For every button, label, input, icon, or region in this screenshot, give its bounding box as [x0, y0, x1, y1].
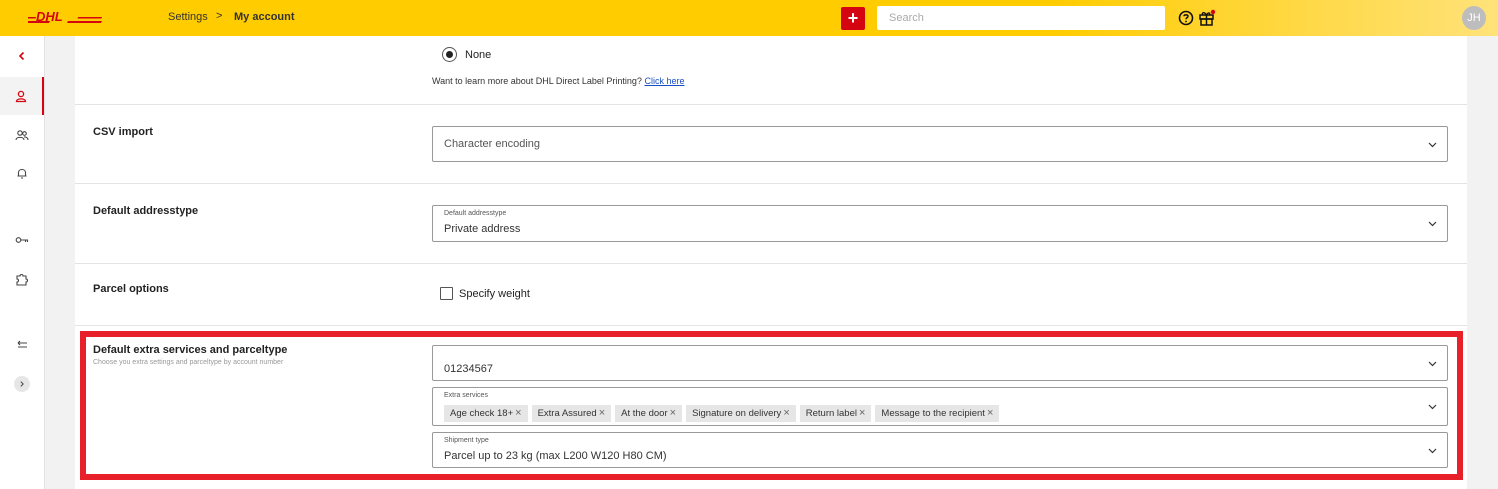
csv-import-row: CSV import Character encoding [75, 105, 1467, 184]
return-icon [17, 340, 27, 348]
sidebar-item-my-account[interactable] [0, 77, 44, 115]
breadcrumb-separator: > [216, 10, 223, 22]
chip-label: Signature on delivery [692, 408, 782, 419]
add-shipment-button[interactable]: + [841, 7, 865, 30]
remove-chip-icon[interactable]: × [599, 405, 605, 422]
chevron-down-icon [1428, 448, 1437, 454]
breadcrumb-settings[interactable]: Settings [168, 11, 208, 23]
csv-import-title: CSV import [93, 126, 153, 138]
extra-services-title: Default extra services and parceltype [93, 344, 288, 356]
sidebar-item-logout[interactable] [0, 326, 44, 364]
sidebar-item-users[interactable] [0, 116, 44, 154]
learn-more-label: Want to learn more about DHL Direct Labe… [432, 76, 642, 86]
chevron-left-icon [18, 51, 25, 61]
specify-weight-label: Specify weight [459, 288, 530, 300]
remove-chip-icon[interactable]: × [515, 405, 521, 422]
none-radio[interactable] [442, 47, 457, 62]
chevron-down-icon [1428, 404, 1437, 410]
extra-services-subtitle: Choose you extra settings and parceltype… [93, 359, 284, 366]
chip-signature-on-delivery: Signature on delivery × [686, 405, 796, 422]
chevron-down-icon [1428, 361, 1437, 367]
sidebar-item-notifications[interactable] [0, 154, 44, 192]
sidebar-item-back[interactable] [0, 37, 44, 75]
sidebar-item-integrations[interactable] [0, 260, 44, 298]
sidebar [0, 36, 45, 489]
parcel-options-row: Parcel options Specify weight [75, 264, 1467, 326]
chip-label: Extra Assured [537, 408, 597, 419]
default-addresstype-row: Default addresstype Default addresstype … [75, 184, 1467, 264]
dhl-logo[interactable]: DHL [28, 11, 102, 25]
svg-text:DHL: DHL [36, 11, 63, 24]
default-addresstype-title: Default addresstype [93, 205, 199, 217]
chip-label: Return label [805, 408, 857, 419]
extra-services-row: Default extra services and parceltype Ch… [75, 326, 1467, 489]
none-radio-label: None [465, 49, 492, 61]
help-icon[interactable] [1178, 10, 1194, 26]
puzzle-icon [16, 273, 29, 286]
default-addresstype-field-label: Default addresstype [444, 210, 507, 217]
settings-content: None Want to learn more about DHL Direct… [75, 36, 1467, 489]
remove-chip-icon[interactable]: × [859, 405, 865, 422]
chip-message-to-recipient: Message to the recipient × [875, 405, 1000, 422]
chevron-right-icon [20, 381, 24, 387]
click-here-link[interactable]: Click here [644, 76, 684, 86]
chip-label: Message to the recipient [881, 408, 985, 419]
users-icon [15, 130, 29, 141]
person-icon [15, 90, 27, 103]
remove-chip-icon[interactable]: × [783, 405, 789, 422]
chip-label: Age check 18+ [450, 408, 514, 419]
default-addresstype-select[interactable]: Default addresstype Private address [432, 205, 1448, 242]
account-number-value: 01234567 [444, 363, 493, 375]
learn-more-text: Want to learn more about DHL Direct Labe… [432, 76, 684, 86]
chip-label: At the door [621, 408, 668, 419]
top-header: DHL Settings > My account + JH [0, 0, 1498, 36]
parcel-options-title: Parcel options [93, 283, 169, 295]
default-addresstype-value: Private address [444, 223, 521, 235]
chip-at-the-door: At the door × [615, 405, 683, 422]
specify-weight-checkbox[interactable] [440, 287, 453, 300]
shipment-type-field-label: Shipment type [444, 437, 489, 444]
shipment-type-value: Parcel up to 23 kg (max L200 W120 H80 CM… [444, 450, 667, 462]
chevron-down-icon [1428, 221, 1437, 227]
extra-services-field-label: Extra services [444, 392, 488, 399]
extra-services-select[interactable]: Extra services Age check 18+ × Extra Assu… [432, 387, 1448, 426]
chevron-down-icon [1428, 142, 1437, 148]
character-encoding-placeholder: Character encoding [444, 138, 541, 150]
account-number-select[interactable]: 01234567 [432, 345, 1448, 381]
breadcrumb-my-account: My account [234, 11, 295, 23]
remove-chip-icon[interactable]: × [670, 405, 676, 422]
chip-extra-assured: Extra Assured × [531, 405, 612, 422]
chip-age-check: Age check 18+ × [444, 405, 528, 422]
key-icon [15, 237, 29, 243]
shipment-type-select[interactable]: Shipment type Parcel up to 23 kg (max L2… [432, 432, 1448, 468]
label-printing-row: None Want to learn more about DHL Direct… [75, 36, 1467, 105]
character-encoding-select[interactable]: Character encoding [432, 126, 1448, 162]
search-input[interactable] [877, 6, 1165, 30]
user-avatar[interactable]: JH [1462, 6, 1486, 30]
extra-services-chips: Age check 18+ × Extra Assured × At the doo… [444, 405, 1000, 422]
bell-icon [17, 168, 27, 179]
chip-return-label: Return label × [799, 405, 872, 422]
sidebar-item-keys[interactable] [0, 221, 44, 259]
remove-chip-icon[interactable]: × [987, 405, 993, 422]
sidebar-expand-button[interactable] [14, 376, 30, 392]
gift-icon[interactable] [1198, 9, 1216, 27]
